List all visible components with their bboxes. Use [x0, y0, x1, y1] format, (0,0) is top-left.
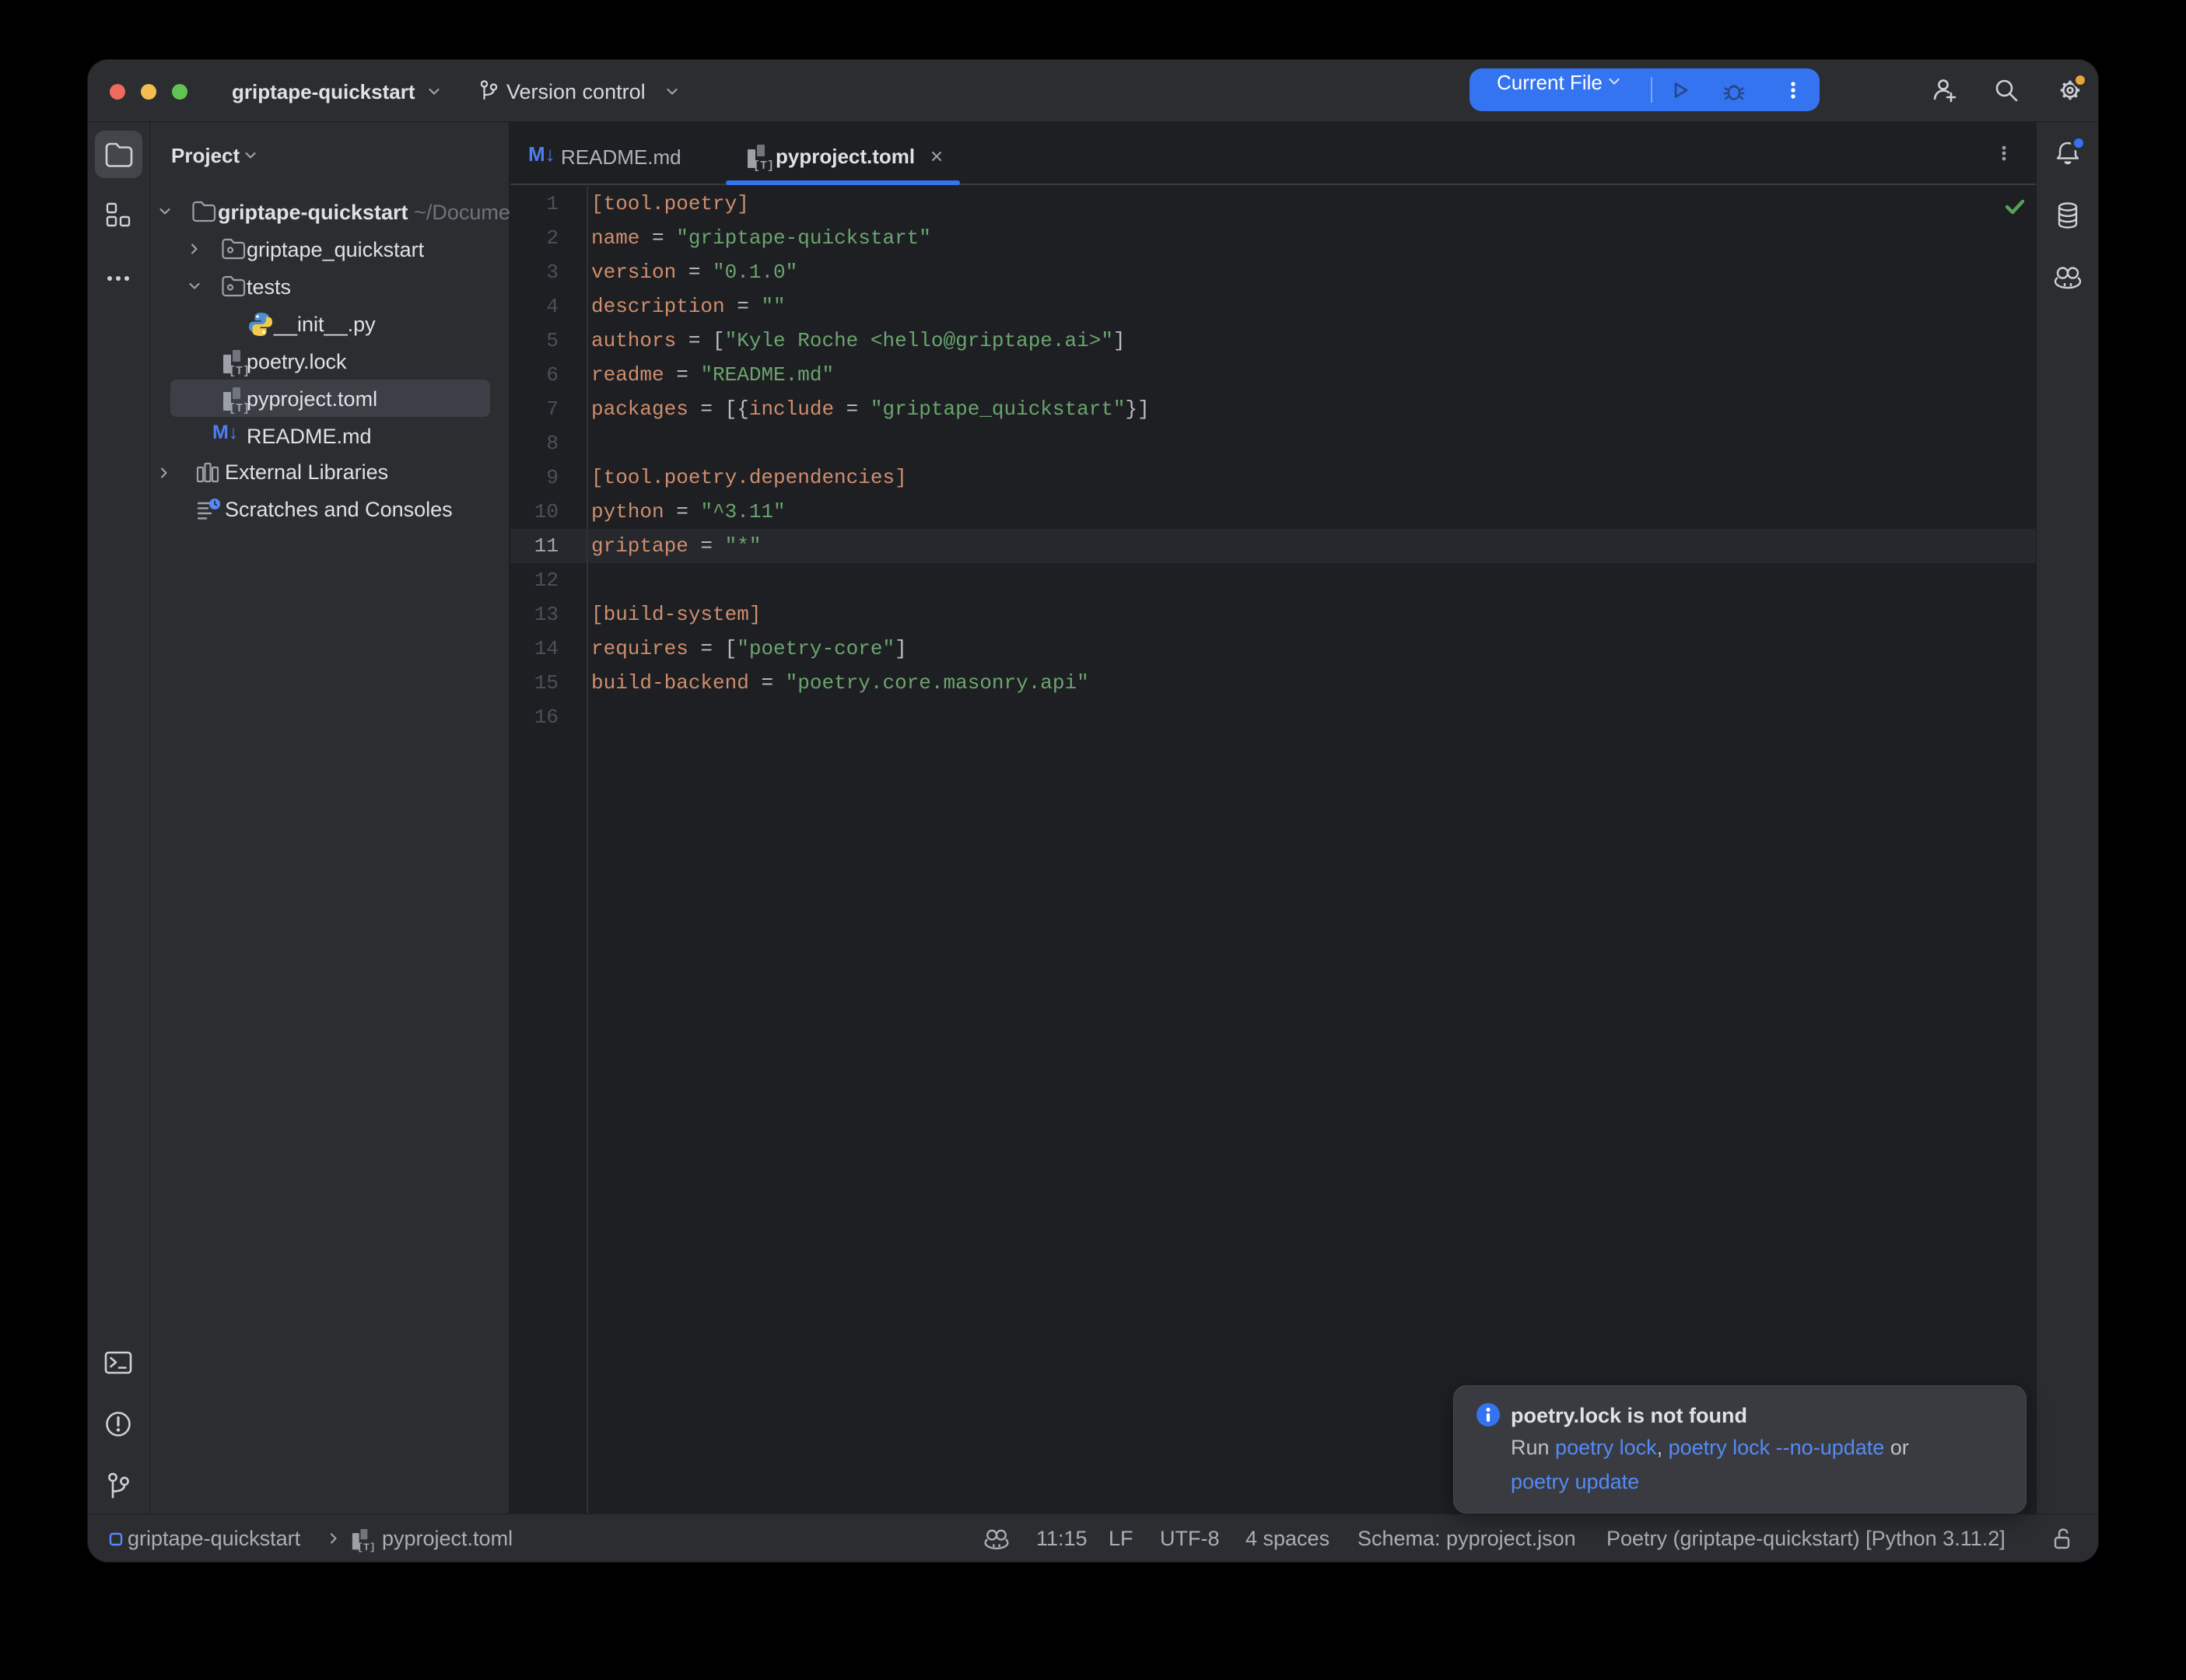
svg-text:[T]: [T]	[357, 1542, 375, 1553]
svg-text:[T]: [T]	[753, 159, 773, 171]
